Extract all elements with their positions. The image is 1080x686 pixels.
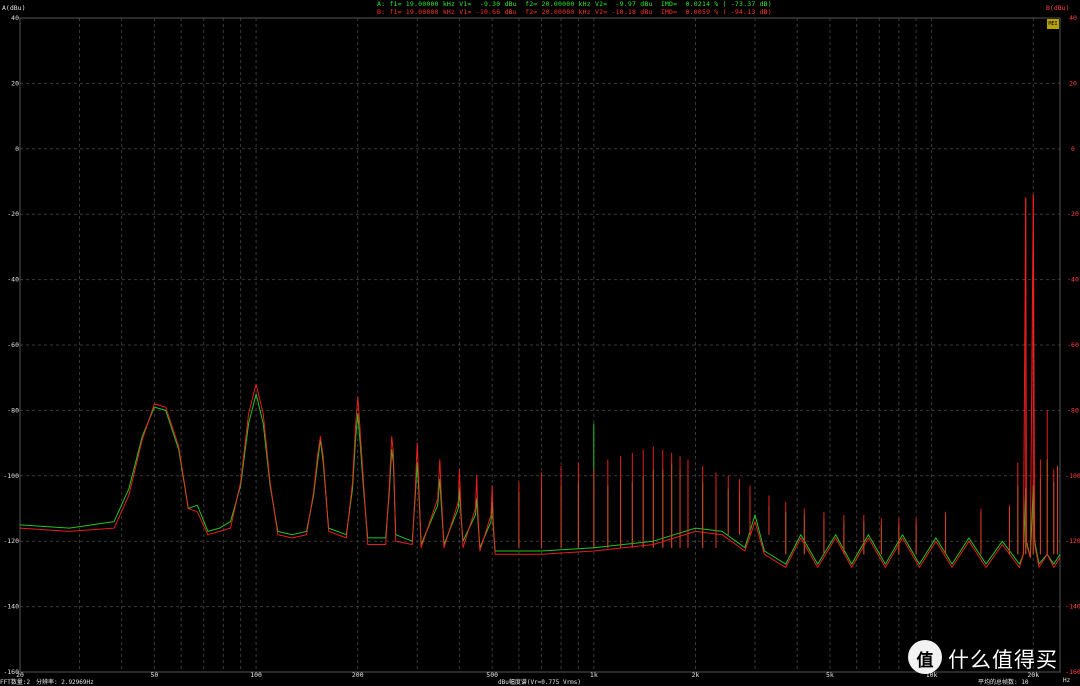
y-tick-label-right: -100: [1065, 472, 1080, 480]
y-tick-label-left: -120: [3, 537, 19, 545]
measurement-line-a: A: f1= 19.00000 kHz V1= -9.30 dBu f2= 20…: [377, 0, 772, 8]
x-tick-label: 1k: [590, 671, 598, 679]
y-tick-label-left: 0: [15, 145, 19, 153]
y-tick-label-left: 40: [11, 14, 19, 22]
spectrum-chart: 40200-20-40-60-80-100-120-140-160 40200-…: [0, 0, 1080, 686]
watermark-text: 什么值得买: [948, 648, 1058, 672]
corner-badge: MEI: [1047, 19, 1059, 29]
y-tick-label-right: -120: [1065, 537, 1080, 545]
y-tick-label-left: 20: [11, 79, 19, 87]
resolution-label: 分辨率: 2.92969Hz: [36, 679, 94, 686]
x-tick-label: 50: [150, 671, 158, 679]
watermark-logo-icon: 值: [908, 640, 942, 674]
watermark: 值 什么值得买: [908, 640, 1074, 676]
watermark-logo-glyph: 值: [916, 651, 934, 671]
x-tick-label: 500: [486, 671, 498, 679]
x-axis-unit: Hz: [1063, 677, 1071, 684]
y-tick-label-right: 0: [1071, 145, 1075, 153]
y-tick-label-left: -40: [7, 276, 19, 284]
y-tick-label-right: 40: [1069, 14, 1077, 22]
x-tick-label: 200: [352, 671, 364, 679]
y-tick-label-right: -60: [1067, 341, 1079, 349]
y-tick-label-left: -100: [3, 472, 19, 480]
x-tick-label: 5k: [826, 671, 834, 679]
y-tick-label-right: 20: [1069, 79, 1077, 87]
x-tick-label: 2k: [692, 671, 700, 679]
average-frames-label: 平均的总帧数: 10: [978, 679, 1029, 686]
y-tick-label-left: -140: [3, 603, 19, 611]
y-tick-label-left: -60: [7, 341, 19, 349]
y-axis-right-unit: B(dBu): [1046, 4, 1070, 12]
y-tick-label-right: -80: [1067, 406, 1079, 414]
y-tick-label-left: -20: [7, 210, 19, 218]
fft-count-label: FFT数量:2: [0, 679, 31, 686]
y-tick-label-right: -40: [1067, 276, 1079, 284]
y-axis-left-unit: A(dBu): [2, 4, 26, 12]
x-tick-label: 100: [250, 671, 262, 679]
y-tick-label-left: -80: [7, 406, 19, 414]
y-tick-label-right: -20: [1067, 210, 1079, 218]
chart-background: [0, 0, 1080, 686]
measurement-line-b: B: f1= 19.00000 kHz V1= -10.66 dBu f2= 2…: [377, 8, 772, 16]
x-axis-title: dBu幅度谱(Vr=0.775 Vrms): [498, 679, 582, 686]
y-tick-label-right: -140: [1065, 603, 1080, 611]
